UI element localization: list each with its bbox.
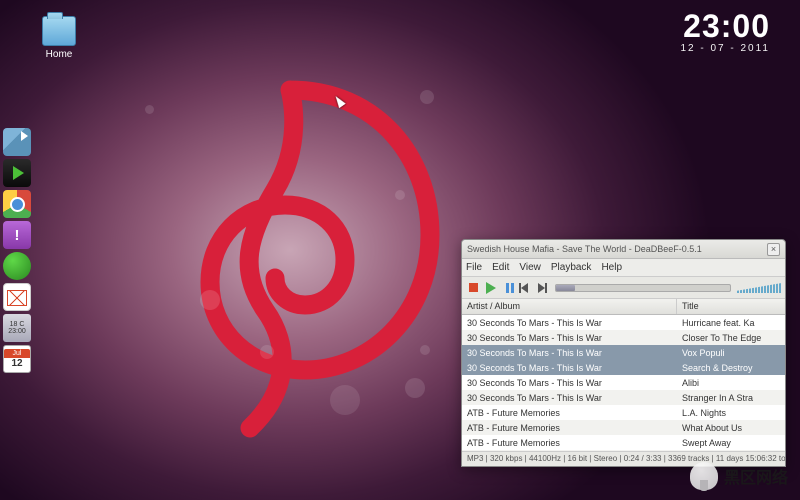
dock-file-manager[interactable] bbox=[3, 128, 31, 156]
dock-weather[interactable]: 18 C 23:00 bbox=[3, 314, 31, 342]
track-artist-album: 30 Seconds To Mars - This Is War bbox=[462, 363, 677, 373]
bokeh-dot bbox=[330, 385, 360, 415]
track-artist-album: 30 Seconds To Mars - This Is War bbox=[462, 333, 677, 343]
track-title: Vox Populi bbox=[677, 348, 785, 358]
playlist-row[interactable]: 30 Seconds To Mars - This Is WarHurrican… bbox=[462, 315, 785, 330]
track-title: L.A. Nights bbox=[677, 408, 785, 418]
track-artist-album: 30 Seconds To Mars - This Is War bbox=[462, 318, 677, 328]
bokeh-dot bbox=[260, 345, 274, 359]
dock-gmail[interactable] bbox=[3, 283, 31, 311]
next-button[interactable] bbox=[534, 280, 549, 295]
bokeh-dot bbox=[145, 105, 154, 114]
track-artist-album: ATB - Future Memories bbox=[462, 408, 677, 418]
play-button[interactable] bbox=[483, 280, 498, 295]
bokeh-dot bbox=[405, 378, 425, 398]
menu-edit[interactable]: Edit bbox=[492, 262, 509, 273]
dock-panel: ! 18 C 23:00 Jul 12 bbox=[3, 128, 33, 373]
track-artist-album: 30 Seconds To Mars - This Is War bbox=[462, 393, 677, 403]
watermark-text: 黑区网络 bbox=[724, 464, 788, 488]
track-artist-album: 30 Seconds To Mars - This Is War bbox=[462, 348, 677, 358]
menu-help[interactable]: Help bbox=[601, 262, 622, 273]
menu-file[interactable]: File bbox=[466, 262, 482, 273]
dock-media-player[interactable] bbox=[3, 159, 31, 187]
track-title: Swept Away bbox=[677, 438, 785, 448]
playlist-row[interactable]: 30 Seconds To Mars - This Is WarVox Popu… bbox=[462, 345, 785, 360]
playlist-row[interactable]: 30 Seconds To Mars - This Is WarStranger… bbox=[462, 390, 785, 405]
desktop-clock: 23:00 12 - 07 - 2011 bbox=[680, 8, 770, 54]
window-title: Swedish House Mafia - Save The World - D… bbox=[467, 244, 767, 254]
bokeh-dot bbox=[395, 190, 405, 200]
track-title: Hurricane feat. Ka bbox=[677, 318, 785, 328]
track-artist-album: 30 Seconds To Mars - This Is War bbox=[462, 378, 677, 388]
menu-playback[interactable]: Playback bbox=[551, 262, 592, 273]
volume-slider[interactable] bbox=[737, 282, 781, 293]
window-titlebar[interactable]: Swedish House Mafia - Save The World - D… bbox=[462, 240, 785, 259]
track-title: Stranger In A Stra bbox=[677, 393, 785, 403]
bokeh-dot bbox=[200, 290, 220, 310]
dock-calendar[interactable]: Jul 12 bbox=[3, 345, 31, 373]
track-title: Alibi bbox=[677, 378, 785, 388]
playlist-row[interactable]: 30 Seconds To Mars - This Is WarCloser T… bbox=[462, 330, 785, 345]
playlist-row[interactable]: 30 Seconds To Mars - This Is WarSearch &… bbox=[462, 360, 785, 375]
wallpaper-debian-swirl bbox=[130, 60, 445, 440]
progress-bar[interactable] bbox=[555, 284, 731, 292]
dock-messenger[interactable]: ! bbox=[3, 221, 31, 249]
dock-status-indicator[interactable] bbox=[3, 252, 31, 280]
mushroom-icon bbox=[690, 462, 718, 490]
calendar-day: 12 bbox=[11, 358, 22, 369]
bokeh-dot bbox=[420, 90, 434, 104]
menu-view[interactable]: View bbox=[519, 262, 541, 273]
pause-button[interactable] bbox=[500, 280, 515, 295]
watermark: 黑区网络 bbox=[690, 462, 788, 490]
cursor-icon bbox=[335, 95, 347, 111]
track-artist-album: ATB - Future Memories bbox=[462, 423, 677, 433]
playback-controls bbox=[462, 277, 785, 299]
clock-date: 12 - 07 - 2011 bbox=[680, 43, 770, 54]
calendar-month: Jul bbox=[4, 349, 30, 359]
weather-time: 23:00 bbox=[8, 328, 26, 335]
bokeh-dot bbox=[420, 345, 430, 355]
playlist-row[interactable]: 30 Seconds To Mars - This Is WarAlibi bbox=[462, 375, 785, 390]
playlist-row[interactable]: ATB - Future MemoriesL.A. Nights bbox=[462, 405, 785, 420]
desktop-icon-home[interactable]: Home bbox=[35, 16, 83, 60]
desktop-icon-label: Home bbox=[35, 49, 83, 60]
track-title: Search & Destroy bbox=[677, 363, 785, 373]
window-close-button[interactable]: × bbox=[767, 243, 780, 256]
menu-bar: File Edit View Playback Help bbox=[462, 259, 785, 277]
folder-home-icon bbox=[42, 16, 76, 46]
stop-button[interactable] bbox=[466, 280, 481, 295]
track-title: Closer To The Edge bbox=[677, 333, 785, 343]
playlist-row[interactable]: ATB - Future MemoriesSwept Away bbox=[462, 435, 785, 450]
header-artist-album[interactable]: Artist / Album bbox=[462, 299, 677, 314]
track-artist-album: ATB - Future Memories bbox=[462, 438, 677, 448]
playlist-headers: Artist / Album Title bbox=[462, 299, 785, 315]
header-title[interactable]: Title bbox=[677, 299, 785, 314]
playlist: 30 Seconds To Mars - This Is WarHurrican… bbox=[462, 315, 785, 451]
playlist-row[interactable]: ATB - Future MemoriesWhat About Us bbox=[462, 420, 785, 435]
music-player-window: Swedish House Mafia - Save The World - D… bbox=[461, 239, 786, 467]
weather-temp: 18 C bbox=[10, 321, 25, 328]
clock-time: 23:00 bbox=[680, 8, 770, 45]
previous-button[interactable] bbox=[517, 280, 532, 295]
dock-chrome[interactable] bbox=[3, 190, 31, 218]
track-title: What About Us bbox=[677, 423, 785, 433]
